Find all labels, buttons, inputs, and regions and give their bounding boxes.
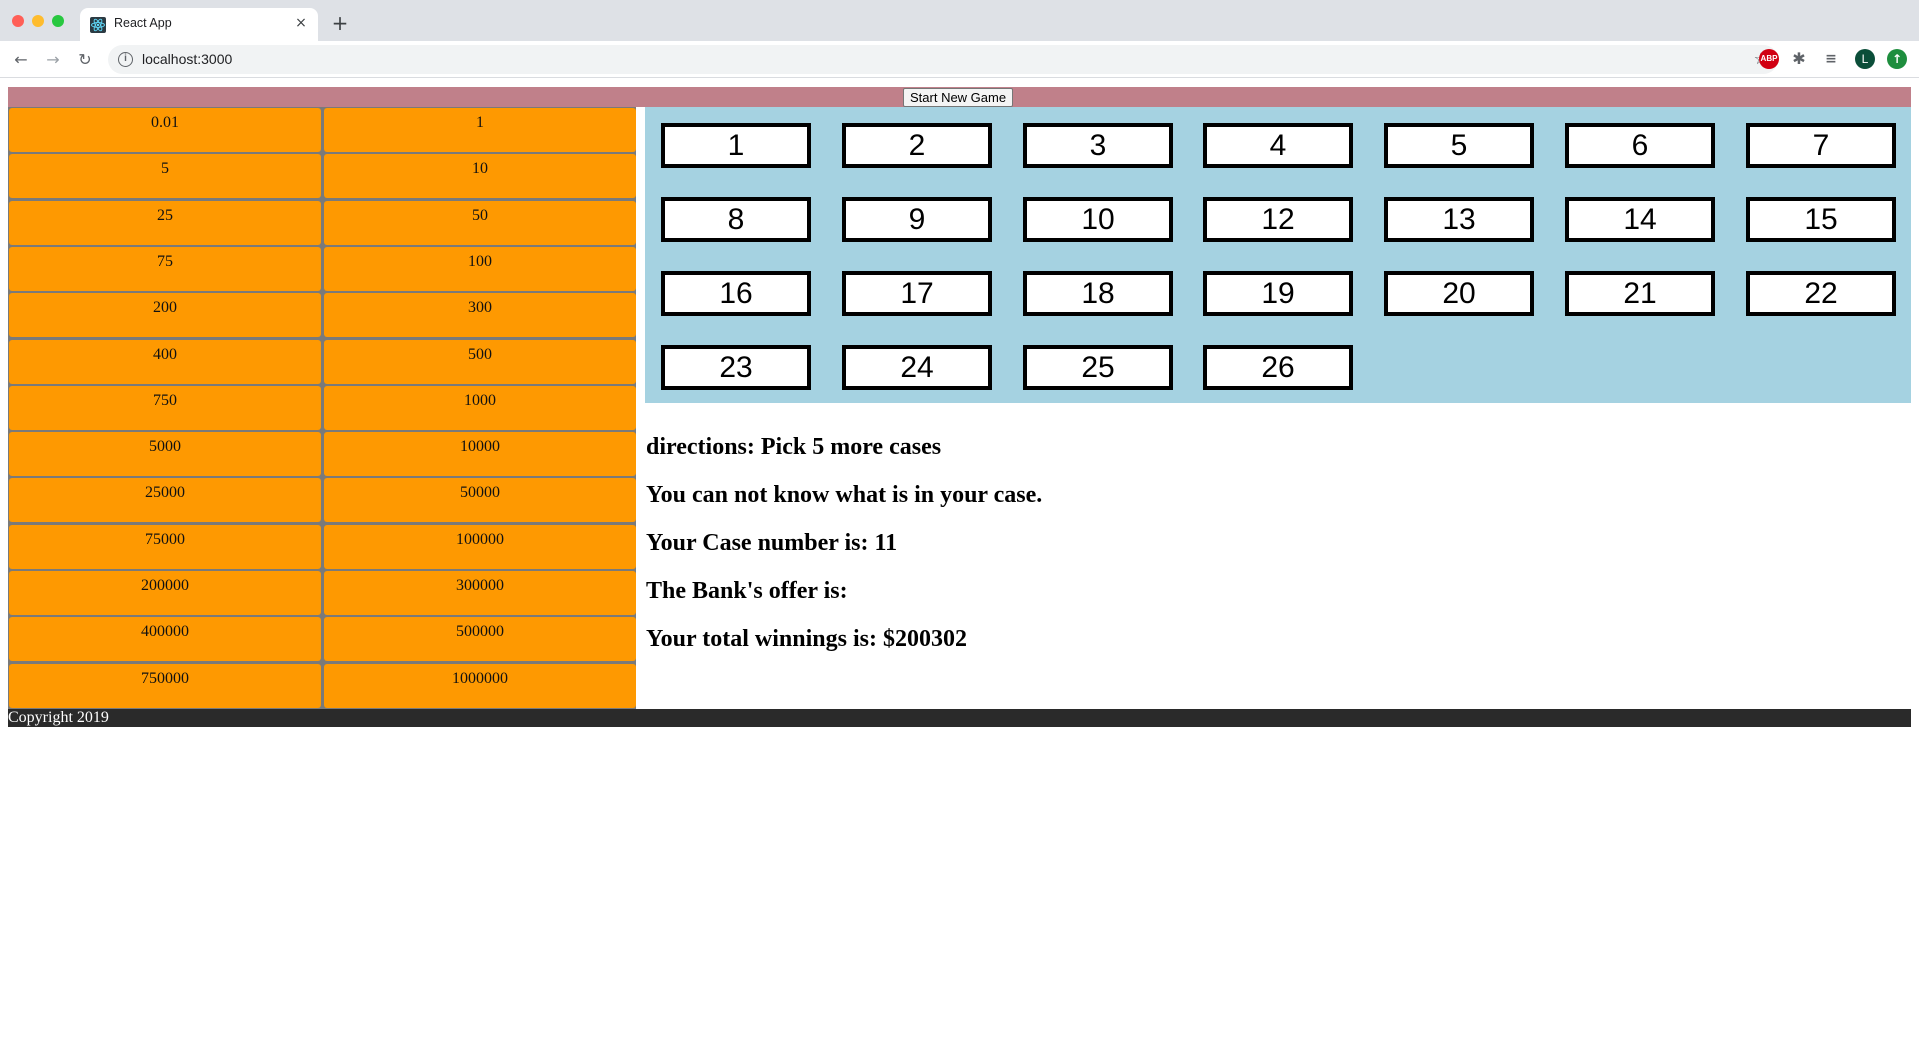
case-button[interactable]: 17 — [842, 271, 992, 316]
case-board: 1 2 3 4 5 6 7 8 9 10 12 13 14 15 16 17 18 19 20 21 22 23 24 25 2… — [645, 107, 1911, 403]
case-button[interactable]: 25 — [1023, 345, 1173, 390]
money-value-cell: 25 — [9, 201, 321, 245]
new-tab-icon[interactable]: + — [328, 12, 352, 34]
case-button[interactable]: 26 — [1203, 345, 1353, 390]
url-text[interactable]: localhost:3000 — [142, 51, 232, 67]
money-value-cell: 50000 — [324, 478, 636, 522]
case-button[interactable]: 19 — [1203, 271, 1353, 316]
forward-arrow-icon[interactable]: → — [42, 49, 64, 71]
money-value-cell: 400000 — [9, 617, 321, 661]
money-value-cell: 100 — [324, 247, 636, 291]
case-button[interactable]: 9 — [842, 197, 992, 242]
money-value-cell: 500 — [324, 340, 636, 384]
money-value-cell: 0.01 — [9, 108, 321, 152]
case-button[interactable]: 12 — [1203, 197, 1353, 242]
money-value-cell: 200000 — [9, 571, 321, 615]
case-button[interactable]: 2 — [842, 123, 992, 168]
money-board: 0.01 1 5 10 25 50 75 100 200 300 400 500 750 1000 5000… — [8, 107, 636, 709]
case-button[interactable]: 18 — [1023, 271, 1173, 316]
case-button[interactable]: 22 — [1746, 271, 1896, 316]
maximize-window-button[interactable] — [52, 15, 64, 27]
money-value-cell: 25000 — [9, 478, 321, 522]
case-number-text: Your Case number is: 11 — [646, 530, 898, 556]
close-window-button[interactable] — [12, 15, 24, 27]
media-control-icon[interactable]: ≡ — [1821, 49, 1841, 69]
money-value-cell: 1000000 — [324, 664, 636, 708]
money-value-cell: 50 — [324, 201, 636, 245]
money-value-cell: 1000 — [324, 386, 636, 430]
money-value-cell: 10 — [324, 154, 636, 198]
case-button[interactable]: 8 — [661, 197, 811, 242]
money-value-cell: 75 — [9, 247, 321, 291]
footer: Copyright 2019 — [8, 709, 1911, 727]
money-value-cell: 750000 — [9, 664, 321, 708]
money-value-cell: 300 — [324, 293, 636, 337]
case-button[interactable]: 24 — [842, 345, 992, 390]
site-info-icon[interactable]: i — [118, 52, 133, 67]
game-info: directions: Pick 5 more cases You can no… — [646, 430, 1042, 670]
money-value-cell: 100000 — [324, 525, 636, 569]
case-button[interactable]: 3 — [1023, 123, 1173, 168]
case-button[interactable]: 6 — [1565, 123, 1715, 168]
case-button[interactable]: 23 — [661, 345, 811, 390]
back-arrow-icon[interactable]: ← — [10, 49, 32, 71]
case-button[interactable]: 1 — [661, 123, 811, 168]
money-value-cell: 500000 — [324, 617, 636, 661]
case-button[interactable]: 20 — [1384, 271, 1534, 316]
adblock-extension-icon[interactable]: ABP — [1759, 49, 1779, 69]
tab-title: React App — [114, 16, 172, 30]
extensions-puzzle-icon[interactable]: ✱ — [1789, 49, 1809, 69]
address-bar[interactable]: i localhost:3000 ☆ — [108, 45, 1778, 74]
money-value-cell: 10000 — [324, 432, 636, 476]
case-button[interactable]: 13 — [1384, 197, 1534, 242]
total-winnings-text: Your total winnings is: $200302 — [646, 626, 967, 652]
directions-text: directions: Pick 5 more cases — [646, 434, 942, 460]
case-button[interactable]: 10 — [1023, 197, 1173, 242]
start-new-game-button[interactable]: Start New Game — [903, 88, 1014, 107]
bank-offer-text: The Bank's offer is: — [646, 578, 848, 604]
browser-tab-strip: React App × + — [0, 0, 1919, 41]
case-button[interactable]: 15 — [1746, 197, 1896, 242]
case-button[interactable]: 21 — [1565, 271, 1715, 316]
update-icon[interactable]: ↑ — [1887, 49, 1907, 69]
money-value-cell: 750 — [9, 386, 321, 430]
browser-toolbar: ← → ↻ i localhost:3000 ☆ ABP ✱ ≡ L ↑ — [0, 41, 1919, 78]
case-button[interactable]: 14 — [1565, 197, 1715, 242]
case-button[interactable]: 4 — [1203, 123, 1353, 168]
case-button[interactable]: 16 — [661, 271, 811, 316]
money-value-cell: 5 — [9, 154, 321, 198]
close-tab-icon[interactable]: × — [292, 14, 310, 32]
case-button[interactable]: 7 — [1746, 123, 1896, 168]
browser-tab[interactable]: React App × — [80, 8, 318, 41]
money-value-cell: 5000 — [9, 432, 321, 476]
money-value-cell: 200 — [9, 293, 321, 337]
money-value-cell: 400 — [9, 340, 321, 384]
case-button[interactable]: 5 — [1384, 123, 1534, 168]
minimize-window-button[interactable] — [32, 15, 44, 27]
case-secret-text: You can not know what is in your case. — [646, 482, 1043, 508]
game-header: Start New Game — [8, 87, 1911, 107]
money-value-cell: 300000 — [324, 571, 636, 615]
reload-icon[interactable]: ↻ — [74, 49, 96, 71]
money-value-cell: 1 — [324, 108, 636, 152]
react-logo-icon — [90, 17, 106, 33]
money-value-cell: 75000 — [9, 525, 321, 569]
profile-avatar[interactable]: L — [1855, 49, 1875, 69]
